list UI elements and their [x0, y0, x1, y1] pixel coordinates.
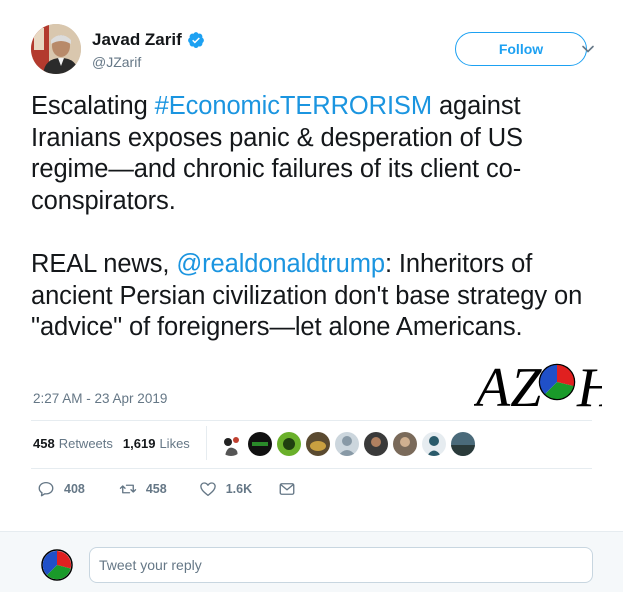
liker-avatar[interactable]	[219, 432, 243, 456]
like-action-count: 1.6K	[225, 482, 253, 496]
author-name-row: Javad Zarif	[92, 30, 205, 50]
divider	[31, 420, 592, 421]
author-name[interactable]: Javad Zarif	[92, 30, 182, 50]
retweet-icon	[119, 484, 137, 494]
direct-message-action[interactable]	[278, 480, 296, 498]
tweet-actions: 408 458 1.6K	[37, 480, 296, 498]
retweet-count[interactable]: 458	[33, 436, 55, 451]
retweet-action-count: 458	[145, 482, 167, 496]
liker-avatar[interactable]	[364, 432, 388, 456]
liker-avatar[interactable]	[393, 432, 417, 456]
tweet-text: Escalating #EconomicTERRORISM against Ir…	[31, 91, 606, 344]
liker-avatar[interactable]	[335, 432, 359, 456]
chevron-down-icon[interactable]	[581, 42, 595, 56]
stats-separator	[206, 426, 207, 460]
heart-icon	[199, 482, 216, 497]
author-avatar[interactable]	[31, 24, 81, 74]
tweet-timestamp[interactable]: 2:27 AM - 23 Apr 2019	[33, 391, 167, 406]
verified-badge-icon	[187, 32, 204, 49]
reply-bar	[0, 531, 623, 592]
reply-icon	[38, 481, 54, 497]
retweets-label[interactable]: Retweets	[59, 436, 113, 451]
liker-avatar[interactable]	[248, 432, 272, 456]
tweet-header: Javad Zarif @JZarif Follow	[31, 24, 599, 76]
liker-avatars	[219, 432, 480, 456]
tweet-stats: 458 Retweets 1,619 Likes	[33, 436, 190, 451]
liker-avatar[interactable]	[277, 432, 301, 456]
reply-input[interactable]	[89, 547, 593, 583]
follow-button[interactable]: Follow	[455, 32, 587, 66]
hashtag-link[interactable]: #EconomicTERRORISM	[155, 92, 432, 120]
retweet-action[interactable]: 458	[119, 480, 167, 498]
likes-label[interactable]: Likes	[159, 436, 189, 451]
like-count[interactable]: 1,619	[123, 436, 156, 451]
tweet-text-segment: Escalating	[31, 92, 155, 120]
azoh-watermark-logo: AZ H	[474, 357, 602, 412]
like-action[interactable]: 1.6K	[199, 480, 252, 498]
svg-text:H: H	[576, 357, 602, 412]
liker-avatar[interactable]	[306, 432, 330, 456]
author-handle[interactable]: @JZarif	[92, 54, 141, 70]
envelope-icon	[279, 483, 295, 495]
divider	[31, 468, 592, 469]
reply-action[interactable]: 408	[37, 480, 85, 498]
user-avatar[interactable]	[41, 549, 73, 581]
reply-count: 408	[64, 482, 85, 496]
liker-avatar[interactable]	[422, 432, 446, 456]
liker-avatar[interactable]	[451, 432, 475, 456]
watermark-text: AZ	[474, 357, 542, 412]
mention-link[interactable]: @realdonaldtrump	[176, 250, 385, 278]
